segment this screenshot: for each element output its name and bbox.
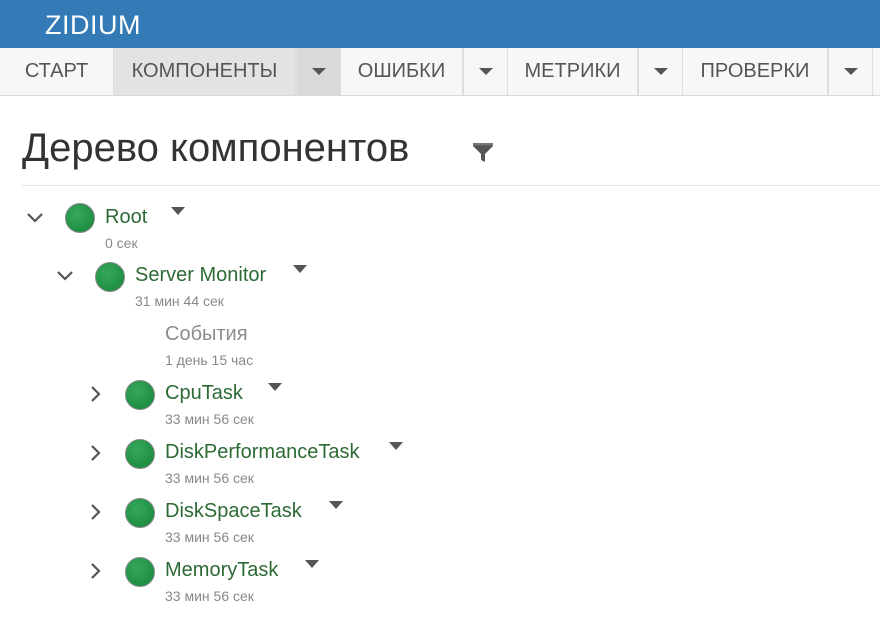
- events-duration: 1 день 15 час: [165, 352, 254, 368]
- component-menu-button[interactable]: [389, 442, 403, 468]
- title-divider: [22, 185, 880, 186]
- caret-down-icon: [653, 68, 668, 75]
- component-duration: 33 мин 56 сек: [165, 588, 254, 604]
- status-dot-icon: [95, 262, 125, 292]
- page-title: Дерево компонентов: [22, 126, 410, 170]
- caret-down-icon: [311, 68, 326, 75]
- component-link[interactable]: MemoryTask: [165, 559, 278, 582]
- component-link[interactable]: CpuTask: [165, 382, 243, 405]
- nav-item-components[interactable]: КОМПОНЕНТЫ: [114, 48, 296, 95]
- caret-down-icon: [268, 383, 282, 408]
- nav-metrics-dropdown[interactable]: [638, 48, 683, 95]
- component-duration: 33 мин 56 сек: [165, 411, 254, 427]
- component-duration: 0 сек: [105, 235, 138, 251]
- chevron-right-icon[interactable]: [86, 384, 106, 404]
- chevron-down-icon[interactable]: [25, 208, 45, 228]
- component-menu-button[interactable]: [305, 560, 319, 586]
- component-link[interactable]: DiskSpaceTask: [165, 500, 302, 523]
- component-menu-button[interactable]: [293, 265, 307, 291]
- chevron-right-icon[interactable]: [86, 502, 106, 522]
- caret-down-icon: [329, 501, 343, 526]
- nav-errors-dropdown[interactable]: [463, 48, 508, 95]
- status-dot-icon: [65, 203, 95, 233]
- caret-down-icon: [293, 265, 307, 290]
- nav-item-errors[interactable]: ОШИБКИ: [341, 48, 463, 95]
- caret-down-icon: [171, 207, 185, 232]
- chevron-right-icon[interactable]: [86, 443, 106, 463]
- component-link[interactable]: Root: [105, 206, 147, 229]
- main-nav: СТАРТ КОМПОНЕНТЫ ОШИБКИ МЕТРИКИ ПРОВЕРКИ: [0, 48, 880, 96]
- nav-checks-dropdown[interactable]: [828, 48, 873, 95]
- caret-down-icon: [389, 442, 403, 467]
- component-menu-button[interactable]: [171, 207, 185, 233]
- component-duration: 31 мин 44 сек: [135, 293, 224, 309]
- status-dot-icon: [125, 380, 155, 410]
- top-header: ZIDIUM: [0, 0, 880, 48]
- chevron-right-icon[interactable]: [86, 561, 106, 581]
- component-menu-button[interactable]: [329, 501, 343, 527]
- component-duration: 33 мин 56 сек: [165, 470, 254, 486]
- nav-item-metrics[interactable]: МЕТРИКИ: [508, 48, 638, 95]
- events-link[interactable]: События: [165, 323, 248, 346]
- caret-down-icon: [305, 560, 319, 585]
- nav-components-dropdown[interactable]: [296, 48, 341, 95]
- caret-down-icon: [843, 68, 858, 75]
- component-duration: 33 мин 56 сек: [165, 529, 254, 545]
- caret-down-icon: [478, 68, 493, 75]
- brand-logo[interactable]: ZIDIUM: [45, 10, 141, 41]
- filter-icon[interactable]: [471, 140, 495, 164]
- component-menu-button[interactable]: [268, 383, 282, 409]
- status-dot-icon: [125, 498, 155, 528]
- component-link[interactable]: Server Monitor: [135, 264, 266, 287]
- component-link[interactable]: DiskPerformanceTask: [165, 441, 360, 464]
- chevron-down-icon[interactable]: [55, 266, 75, 286]
- status-dot-icon: [125, 439, 155, 469]
- status-dot-icon: [125, 557, 155, 587]
- nav-item-checks[interactable]: ПРОВЕРКИ: [683, 48, 828, 95]
- nav-item-start[interactable]: СТАРТ: [0, 48, 114, 95]
